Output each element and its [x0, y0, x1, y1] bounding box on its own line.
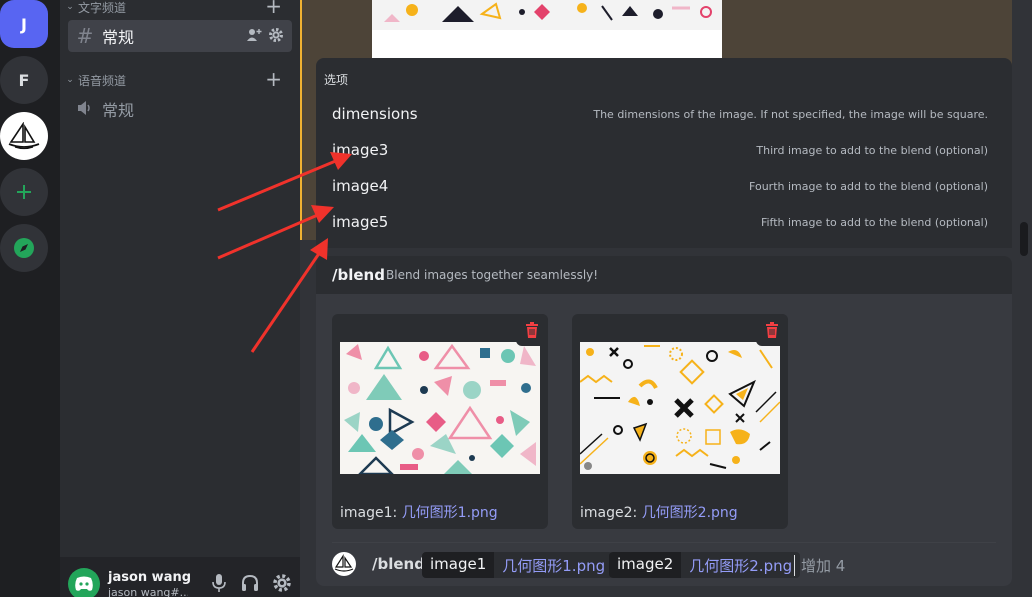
hash-icon: # [76, 24, 94, 48]
attachment-caption: image1: 几何图形1.png [340, 502, 498, 522]
option-desc: Third image to add to the blend (optiona… [756, 144, 988, 157]
command-name: /blend [332, 266, 385, 284]
command-description: Blend images together seamlessly! [386, 268, 599, 282]
command-options-popup: 选项 dimensions The dimensions of the imag… [316, 58, 1012, 248]
explore-servers-button[interactable] [0, 224, 48, 272]
command-header: /blend Blend images together seamlessly! [316, 256, 1012, 294]
option-name: dimensions [332, 105, 418, 123]
param-pill-image2[interactable]: image2 几何图形2.png [609, 552, 801, 578]
bot-avatar [332, 552, 356, 576]
attachment-param-label: image1: [340, 505, 402, 521]
midjourney-boat-icon [334, 553, 354, 572]
speaker-icon [68, 97, 102, 121]
add-server-button[interactable] [0, 168, 48, 216]
attachment-thumbnail[interactable] [580, 342, 780, 474]
option-image5[interactable]: image5 Fifth image to add to the blend (… [316, 205, 1012, 241]
channel-sidebar: ⌄ 文字频道 + # 常规 ⌄ 语音频道 + 常规 jason wang jas… [60, 0, 300, 597]
discord-logo-icon [75, 576, 93, 591]
main-chat: 选项 dimensions The dimensions of the imag… [300, 0, 1032, 597]
gear-icon[interactable] [268, 27, 284, 43]
channel-label: 常规 [102, 28, 135, 47]
user-settings-gear-icon[interactable] [272, 573, 292, 593]
user-tag: jason wang#... [108, 586, 188, 597]
channel-label: 常规 [102, 101, 135, 120]
option-desc: Fifth image to add to the blend (optiona… [760, 216, 988, 229]
create-channel-icon[interactable]: + [265, 0, 282, 18]
attachment-filename[interactable]: 几何图形1.png [402, 505, 498, 521]
message-input[interactable]: /blend image1 几何图形1.png image2 几何图形2.png… [316, 546, 1012, 582]
param-value: 几何图形1.png [494, 552, 614, 578]
scrollbar-thumb[interactable] [1020, 222, 1028, 256]
server-f[interactable]: F [0, 56, 48, 104]
attachment-filename[interactable]: 几何图形2.png [642, 505, 738, 521]
avatar[interactable] [68, 568, 100, 597]
attachment-param-label: image2: [580, 505, 642, 521]
headphones-icon[interactable] [240, 573, 260, 593]
trash-icon [766, 322, 778, 338]
delete-attachment-button[interactable] [516, 314, 548, 346]
user-panel: jason wang jason wang#... [60, 557, 300, 597]
param-key: image1 [422, 552, 495, 578]
option-dimensions[interactable]: dimensions The dimensions of the image. … [316, 97, 1012, 133]
option-desc: Fourth image to add to the blend (option… [749, 180, 988, 193]
category-text-channels[interactable]: ⌄ 文字频道 + [60, 0, 300, 18]
chevron-down-icon: ⌄ [66, 2, 74, 12]
popup-title: 选项 [324, 73, 349, 87]
username: jason wang [108, 570, 192, 585]
more-options-label[interactable]: 增加 4 [794, 555, 845, 576]
option-name: image4 [332, 177, 389, 195]
option-name: image3 [332, 141, 389, 159]
chevron-down-icon: ⌄ [66, 75, 74, 85]
plus-icon [17, 185, 31, 199]
category-voice-channels[interactable]: ⌄ 语音频道 + [60, 67, 300, 91]
channel-general-text[interactable]: # 常规 [68, 20, 292, 52]
invite-icon[interactable] [246, 27, 262, 43]
option-desc: The dimensions of the image. If not spec… [593, 108, 988, 121]
param-key: image2 [609, 552, 682, 578]
microphone-icon[interactable] [210, 573, 228, 593]
midjourney-boat-icon [8, 122, 40, 150]
attachment-card-image1: image1: 几何图形1.png [332, 314, 548, 529]
delete-attachment-button[interactable] [756, 314, 788, 346]
divider [332, 542, 996, 543]
compass-icon [14, 238, 34, 258]
category-label: 语音频道 [78, 73, 127, 88]
create-channel-icon[interactable]: + [265, 67, 282, 91]
channel-general-voice[interactable]: 常规 [68, 93, 292, 125]
attachment-thumbnail[interactable] [340, 342, 540, 474]
command-slash-label: /blend [372, 555, 425, 573]
trash-icon [526, 322, 538, 338]
param-value: 几何图形2.png [681, 552, 801, 578]
server-j[interactable]: J [0, 0, 48, 48]
category-label: 文字频道 [78, 0, 127, 15]
server-midjourney[interactable] [0, 112, 48, 160]
attachment-card-image2: image2: 几何图形2.png [572, 314, 788, 529]
param-pill-image1[interactable]: image1 几何图形1.png [422, 552, 614, 578]
previous-image[interactable] [372, 0, 722, 60]
attachment-caption: image2: 几何图形2.png [580, 502, 738, 522]
discord-window: J F ⌄ 文字频道 + # 常规 ⌄ 语音频道 + 常规 jason wang… [0, 0, 1032, 597]
option-name: image5 [332, 213, 389, 231]
highlight-bar [300, 0, 302, 240]
option-image4[interactable]: image4 Fourth image to add to the blend … [316, 169, 1012, 205]
command-composer: /blend Blend images together seamlessly! [316, 256, 1012, 586]
server-rail: J F [0, 0, 60, 597]
option-image3[interactable]: image3 Third image to add to the blend (… [316, 133, 1012, 169]
